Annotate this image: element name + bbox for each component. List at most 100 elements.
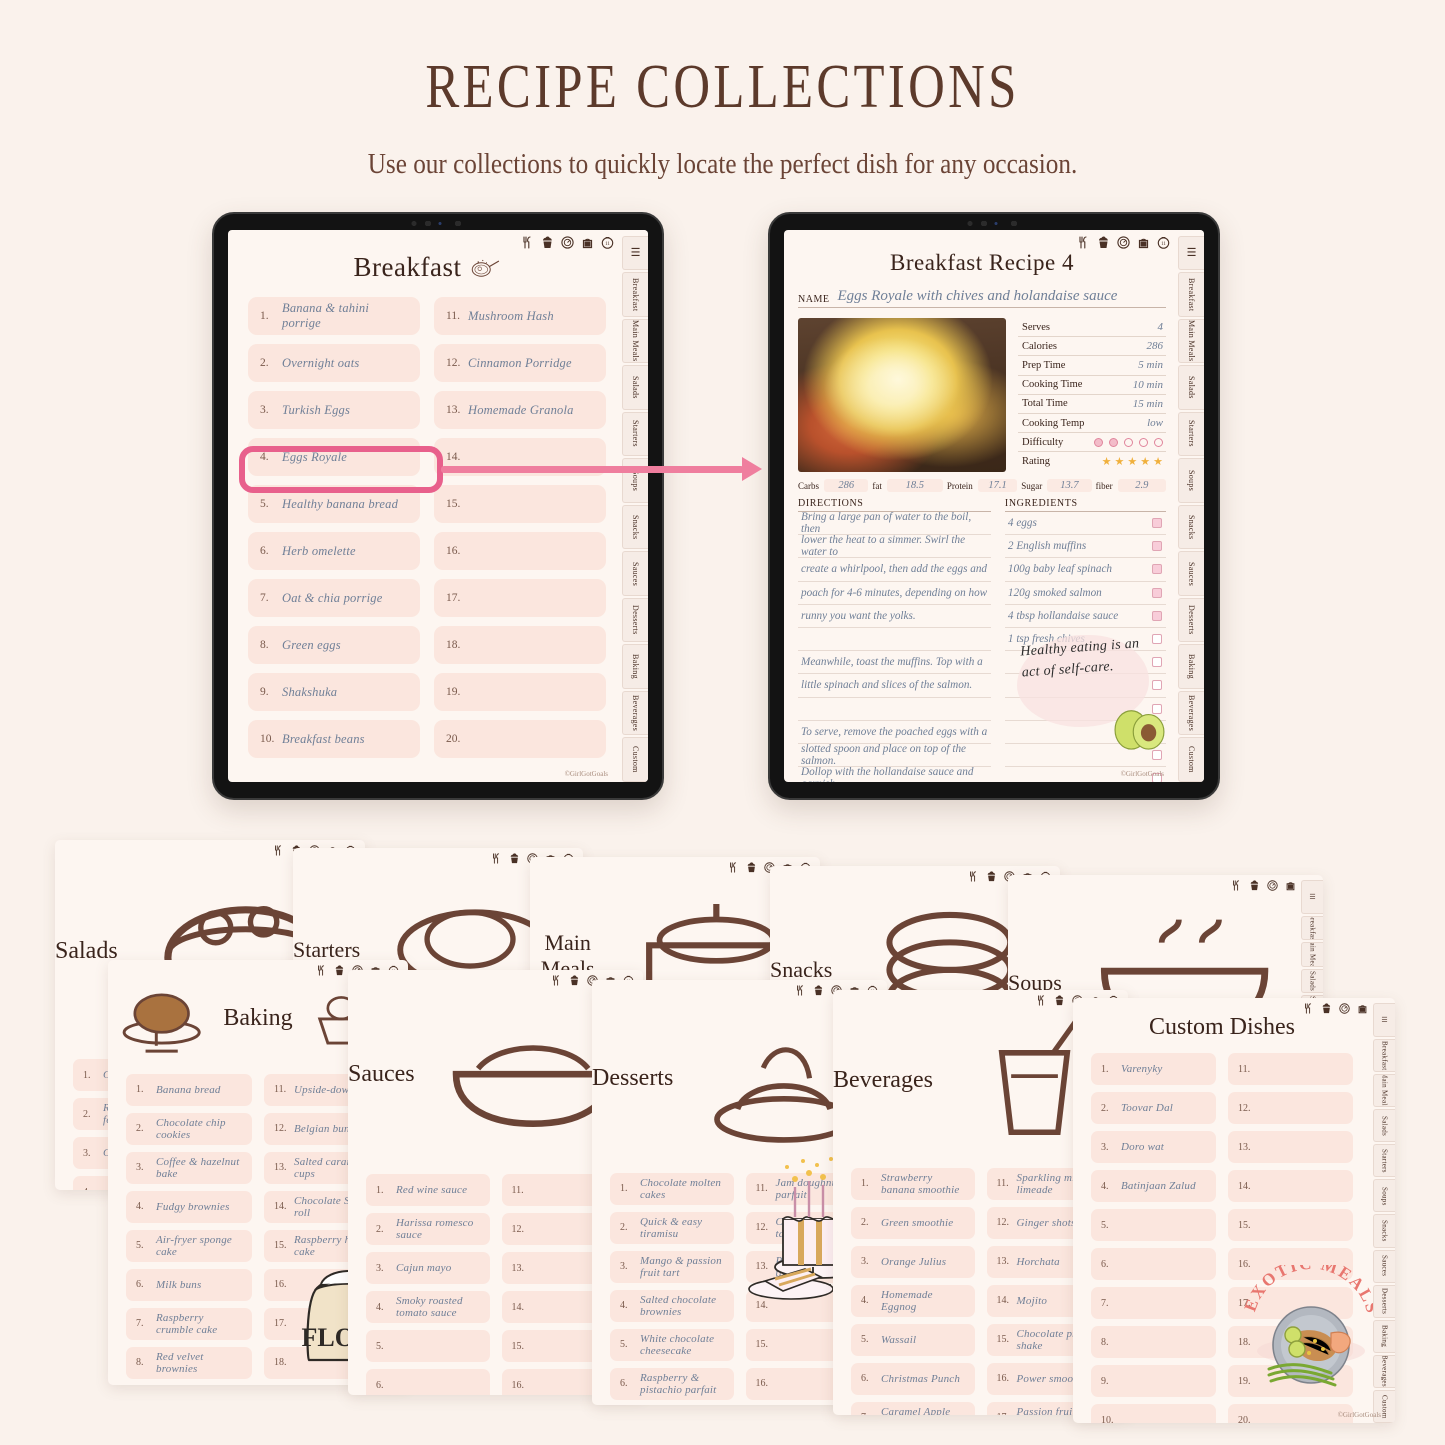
recipe-slot[interactable]: 17. [434, 579, 606, 617]
recipe-slot[interactable]: 17. [1228, 1287, 1353, 1319]
recipe-slot[interactable]: 5. Air-fryer sponge cake [126, 1229, 252, 1262]
ingredient-checkbox[interactable] [1152, 680, 1162, 691]
sidebar-item-salads[interactable]: Salads [1178, 365, 1204, 410]
recipe-slot[interactable]: 9. [1091, 1365, 1216, 1397]
nutrition-value[interactable]: 18.5 [886, 479, 943, 492]
recipe-slot[interactable]: 6. [366, 1369, 490, 1395]
recipe-slot[interactable]: 6. [1091, 1248, 1216, 1280]
recipe-slot[interactable]: 20. [1228, 1404, 1353, 1423]
recipe-slot[interactable]: 4. Homemade Eggnog [851, 1284, 975, 1317]
cupcake-icon[interactable] [334, 965, 345, 976]
ingredient-row[interactable] [1004, 698, 1166, 721]
cutlery-icon[interactable] [551, 975, 562, 986]
cupcake-icon[interactable] [746, 862, 757, 873]
difficulty-dot[interactable] [1109, 437, 1118, 447]
recipe-slot[interactable]: 2. Chocolate chip cookies [126, 1112, 252, 1145]
recipe-slot[interactable]: 18. [1228, 1326, 1353, 1358]
recipe-slot[interactable]: 14. [1228, 1170, 1353, 1202]
sidebar-item-sauces[interactable]: Sauces [1373, 1249, 1395, 1283]
difficulty-dot[interactable] [1094, 437, 1103, 447]
cutlery-icon[interactable] [1231, 880, 1242, 891]
direction-line[interactable]: runny you want the yolks. [798, 605, 991, 628]
ingredient-checkbox[interactable] [1152, 749, 1162, 760]
sidebar-item-snacks[interactable]: Snacks [1373, 1214, 1395, 1248]
cupcake-icon[interactable] [813, 985, 824, 996]
recipe-slot[interactable]: 2. Overnight oats [248, 344, 420, 382]
recipe-slot[interactable]: 3. Doro wat [1091, 1131, 1216, 1163]
recipe-slot[interactable]: 4. Salted chocolate brownies [610, 1289, 734, 1322]
sidebar-item-custom[interactable]: Custom [1178, 737, 1204, 782]
ingredient-checkbox[interactable] [1152, 564, 1162, 575]
sidebar-item-salads[interactable]: Salads [1301, 968, 1323, 994]
rating-star[interactable]: ★ [1127, 455, 1137, 468]
difficulty-dots[interactable] [1094, 437, 1163, 447]
nutrition-value[interactable]: 286 [824, 479, 869, 492]
sidebar-item-breakfast[interactable]: Breakfast [1178, 272, 1204, 317]
direction-line[interactable] [798, 628, 991, 652]
rating-star[interactable]: ★ [1102, 455, 1112, 468]
plate-clock-icon[interactable] [561, 236, 574, 249]
recipe-slot[interactable]: 15. [434, 485, 606, 523]
recipe-slot[interactable]: 4. Batinjaan Zalud [1091, 1170, 1216, 1202]
recipe-slot[interactable]: 2. Harissa romesco sauce [366, 1213, 490, 1246]
cupcake-icon[interactable] [509, 853, 520, 864]
ingredient-row[interactable]: 120g smoked salmon [1004, 582, 1166, 605]
recipe-slot[interactable]: 6. Herb omelette [248, 532, 420, 570]
recipe-slot[interactable]: 1. Strawberry banana smoothie [851, 1167, 975, 1200]
recipe-slot[interactable]: 3. Coffee & hazelnut bake [126, 1151, 252, 1184]
recipe-slot[interactable]: 3. Turkish Eggs [248, 391, 420, 429]
ingredient-checkbox[interactable] [1152, 587, 1162, 598]
recipe-slot[interactable]: 1. Banana bread [126, 1073, 252, 1106]
cutlery-icon[interactable] [491, 853, 502, 864]
sidebar-item-main-meals[interactable]: Main Meals [1301, 942, 1323, 967]
cupcake-icon[interactable] [1054, 995, 1065, 1006]
fact-value[interactable]: 10 min [1133, 379, 1163, 391]
ingredient-row[interactable]: 100g baby leaf spinach [1004, 558, 1166, 582]
category-tab-rail[interactable]: ☰BreakfastMain MealsSaladsStartersSoupsS… [1178, 230, 1204, 782]
ingredient-checkbox[interactable] [1152, 518, 1162, 529]
cupcake-icon[interactable] [986, 871, 997, 882]
recipe-slot[interactable]: 2. Quick & easy tiramisu [610, 1211, 734, 1244]
recipe-slot[interactable]: 4. Smoky roasted tomato sauce [366, 1291, 490, 1324]
recipe-slot[interactable]: 3. Orange Julius [851, 1245, 975, 1278]
cutlery-icon[interactable] [795, 985, 806, 996]
recipe-slot[interactable]: 2. Toovar Dal [1091, 1092, 1216, 1124]
timer-icon[interactable]: 11 [601, 236, 614, 249]
recipe-slot[interactable]: 5. [1091, 1209, 1216, 1241]
rail-menu-icon[interactable]: ☰ [622, 236, 648, 270]
recipe-slot[interactable]: 1. Chocolate molten cakes [610, 1172, 734, 1205]
recipe-slot[interactable]: 8. [1091, 1326, 1216, 1358]
cutlery-icon[interactable] [273, 845, 284, 856]
sidebar-item-sauces[interactable]: Sauces [1178, 551, 1204, 596]
direction-line[interactable]: Dollop with the hollandaise sauce and ga… [798, 766, 991, 782]
sidebar-item-main-meals[interactable]: Main Meals [1178, 318, 1204, 364]
fact-value[interactable]: 15 min [1133, 398, 1163, 410]
direction-line[interactable]: slotted spoon and place on top of the sa… [798, 743, 991, 768]
recipe-slot[interactable]: 19. [434, 673, 606, 711]
cutlery-icon[interactable] [521, 236, 534, 249]
plate-clock-icon[interactable] [1117, 236, 1130, 249]
direction-line[interactable]: lower the heat to a simmer. Swirl the wa… [798, 534, 991, 559]
sidebar-item-desserts[interactable]: Desserts [1373, 1284, 1395, 1318]
fact-value[interactable]: 4 [1158, 321, 1164, 333]
sidebar-item-soups[interactable]: Soups [1373, 1179, 1395, 1213]
toaster-icon[interactable] [1285, 880, 1296, 891]
recipe-slot[interactable]: 3. Mango & passion fruit tart [610, 1250, 734, 1283]
sidebar-item-main-meals[interactable]: Main Meals [622, 318, 648, 364]
rating-star[interactable]: ★ [1140, 455, 1150, 468]
sheet-toolbar[interactable]: 11 [521, 236, 614, 249]
recipe-slot[interactable]: 12. Cinnamon Porridge [434, 344, 606, 382]
ingredient-row[interactable]: 2 English muffins [1004, 535, 1166, 559]
timer-icon[interactable]: 11 [1157, 236, 1170, 249]
rail-menu-icon[interactable]: ☰ [1178, 236, 1204, 270]
sidebar-item-beverages[interactable]: Beverages [1373, 1354, 1395, 1388]
direction-line[interactable]: Meanwhile, toast the muffins. Top with a [798, 651, 991, 675]
collection-card-custom-dishes[interactable]: 11 Custom Dishes 1. Varenyky 11. 2. Toov… [1073, 998, 1395, 1423]
fact-value[interactable]: low [1147, 417, 1163, 429]
plate-clock-icon[interactable] [1267, 880, 1278, 891]
sidebar-item-sauces[interactable]: Sauces [622, 551, 648, 596]
fact-value[interactable]: 286 [1147, 340, 1164, 352]
recipe-slot[interactable]: 2. Green smoothie [851, 1206, 975, 1239]
sidebar-item-breakfast[interactable]: Breakfast [1373, 1039, 1395, 1073]
sidebar-item-starters[interactable]: Starters [622, 411, 648, 457]
